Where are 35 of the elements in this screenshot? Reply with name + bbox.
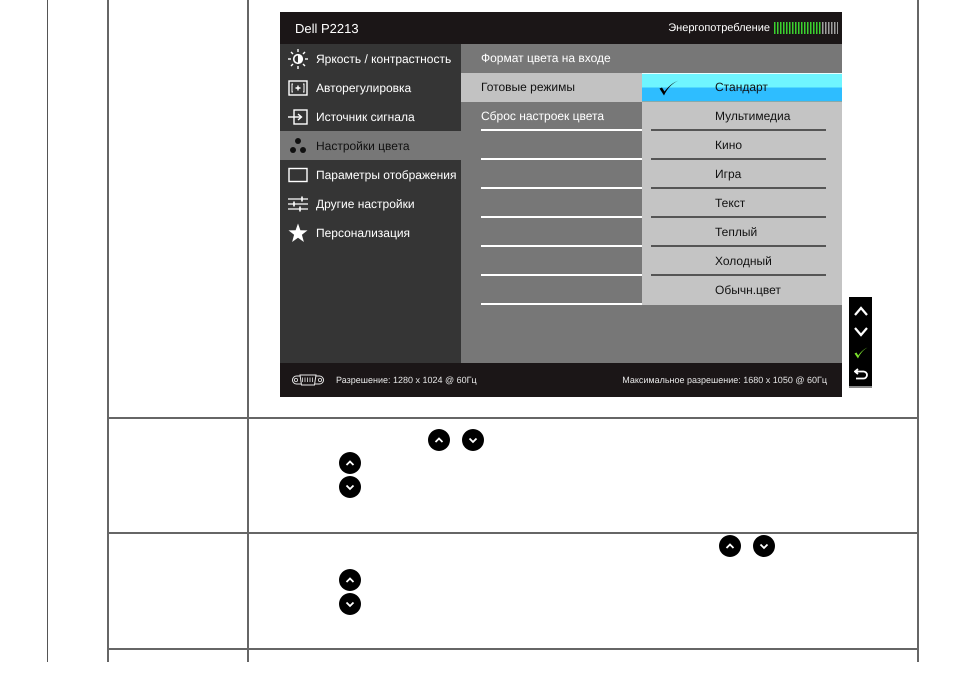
up-circle-icon — [339, 452, 361, 474]
preset-item[interactable]: Обычн.цвет — [642, 276, 842, 305]
submenu-item[interactable]: Формат цвета на входе — [461, 44, 642, 73]
menu-item[interactable]: Персонализация — [280, 218, 461, 247]
sliders-icon — [288, 194, 308, 214]
osd-title: Dell P2213 — [295, 20, 359, 36]
menu-item[interactable]: Параметры отображения — [280, 160, 461, 189]
menu-item[interactable]: Источник сигнала — [280, 102, 461, 131]
power-label: Энергопотребление — [668, 22, 770, 34]
menu-item[interactable]: Другие настройки — [280, 189, 461, 218]
up-circle-icon — [428, 429, 450, 451]
three-dots-icon — [288, 136, 308, 156]
star-icon — [288, 222, 308, 242]
menu-item[interactable]: Настройки цвета — [280, 131, 461, 160]
menu-item[interactable]: Яркость / контрастность — [280, 44, 461, 73]
caret-up-icon — [854, 305, 868, 317]
preset-item[interactable]: Стандарт — [642, 73, 842, 102]
up-circle-icon — [719, 535, 741, 557]
resolution-text: Разрешение: 1280 x 1024 @ 60Гц — [336, 375, 477, 385]
check-icon — [659, 80, 679, 96]
menu-item[interactable]: Авторегулировка — [280, 73, 461, 102]
back-arrow-icon — [854, 368, 868, 380]
up-circle-icon — [339, 569, 361, 591]
down-circle-icon — [753, 535, 775, 557]
max-resolution-text: Максимальное разрешение: 1680 x 1050 @ 60Гц — [622, 375, 827, 385]
screen-plus-icon — [288, 78, 308, 98]
check-icon — [854, 347, 868, 359]
connector-icon — [292, 374, 324, 386]
submenu-item[interactable]: Готовые режимы — [461, 73, 642, 102]
caret-down-icon — [854, 326, 868, 338]
down-circle-icon — [462, 429, 484, 451]
sun-icon — [288, 48, 308, 68]
down-circle-icon — [339, 593, 361, 615]
arrow-into-box-icon — [288, 106, 308, 126]
down-circle-icon — [339, 476, 361, 498]
